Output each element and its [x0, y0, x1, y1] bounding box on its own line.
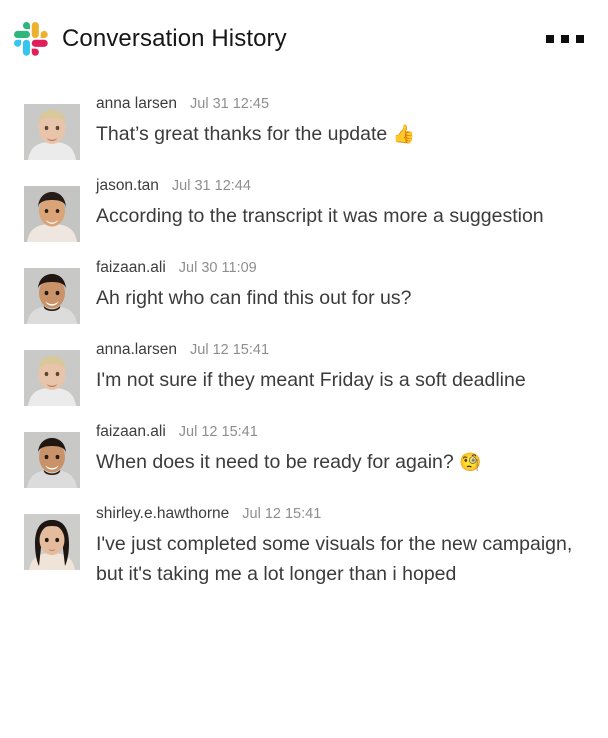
message-body: jason.tan Jul 31 12:44 According to the …	[80, 176, 590, 232]
message-author: jason.tan	[96, 177, 159, 194]
message-author: anna.larsen	[96, 341, 178, 358]
avatar	[24, 350, 80, 406]
thumbs-up-emoji: 👍	[392, 123, 416, 145]
message-text: According to the transcript it was more …	[96, 204, 544, 227]
message-text-content: When does it need to be ready for again?	[96, 450, 460, 473]
message-text: When does it need to be ready for again?…	[96, 445, 590, 478]
message-body: anna larsen Jul 31 12:45 That’s great th…	[80, 94, 590, 150]
message-timestamp: Jul 31 12:45	[190, 96, 270, 112]
avatar	[24, 514, 80, 570]
message-author: faizaan.ali	[96, 259, 166, 276]
message-meta: shirley.e.hawthorne Jul 12 15:41	[96, 504, 590, 527]
avatar	[24, 432, 80, 488]
message-text: I'm not sure if they meant Friday is a s…	[96, 368, 526, 391]
face-with-monocle-emoji: 🧐	[459, 451, 482, 473]
message-timestamp: Jul 31 12:44	[171, 178, 251, 194]
message-body: faizaan.ali Jul 12 15:41 When does it ne…	[80, 422, 590, 478]
more-horizontal-icon[interactable]	[544, 29, 586, 49]
message-timestamp: Jul 12 15:41	[178, 424, 258, 440]
message-text-content: That’s great thanks for the update	[96, 122, 393, 145]
message-text: Ah right who can find this out for us?	[96, 286, 412, 309]
message-item[interactable]: jason.tan Jul 31 12:44 According to the …	[0, 168, 608, 250]
message-item[interactable]: anna.larsen Jul 12 15:41 I'm not sure if…	[0, 332, 608, 414]
message-author: anna larsen	[96, 95, 178, 112]
message-timestamp: Jul 12 15:41	[190, 342, 270, 358]
message-body: shirley.e.hawthorne Jul 12 15:41 I've ju…	[80, 504, 590, 589]
message-item[interactable]: anna larsen Jul 31 12:45 That’s great th…	[0, 86, 608, 168]
avatar	[24, 268, 80, 324]
page-title: Conversation History	[62, 25, 287, 52]
message-author: faizaan.ali	[96, 423, 166, 440]
slack-logo	[14, 22, 48, 56]
message-body: faizaan.ali Jul 30 11:09 Ah right who ca…	[80, 258, 590, 314]
app-header: Conversation History	[0, 0, 608, 78]
message-meta: anna.larsen Jul 12 15:41	[96, 340, 590, 363]
message-text: That’s great thanks for the update 👍	[96, 117, 590, 150]
menu-dot	[561, 35, 569, 43]
message-meta: jason.tan Jul 31 12:44	[96, 176, 590, 199]
message-author: shirley.e.hawthorne	[96, 505, 230, 522]
message-item[interactable]: shirley.e.hawthorne Jul 12 15:41 I've ju…	[0, 496, 608, 597]
message-body: anna.larsen Jul 12 15:41 I'm not sure if…	[80, 340, 590, 396]
brand-area: Conversation History	[14, 22, 544, 56]
menu-dot	[576, 35, 584, 43]
message-meta: anna larsen Jul 31 12:45	[96, 94, 590, 117]
conversation-message-list: anna larsen Jul 31 12:45 That’s great th…	[0, 78, 608, 597]
message-timestamp: Jul 30 11:09	[178, 260, 257, 276]
avatar	[24, 104, 80, 160]
message-text: I've just completed some visuals for the…	[96, 532, 573, 585]
message-item[interactable]: faizaan.ali Jul 30 11:09 Ah right who ca…	[0, 250, 608, 332]
message-item[interactable]: faizaan.ali Jul 12 15:41 When does it ne…	[0, 414, 608, 496]
message-meta: faizaan.ali Jul 30 11:09	[96, 258, 590, 281]
avatar	[24, 186, 80, 242]
menu-dot	[546, 35, 554, 43]
message-timestamp: Jul 12 15:41	[242, 506, 322, 522]
message-meta: faizaan.ali Jul 12 15:41	[96, 422, 590, 445]
